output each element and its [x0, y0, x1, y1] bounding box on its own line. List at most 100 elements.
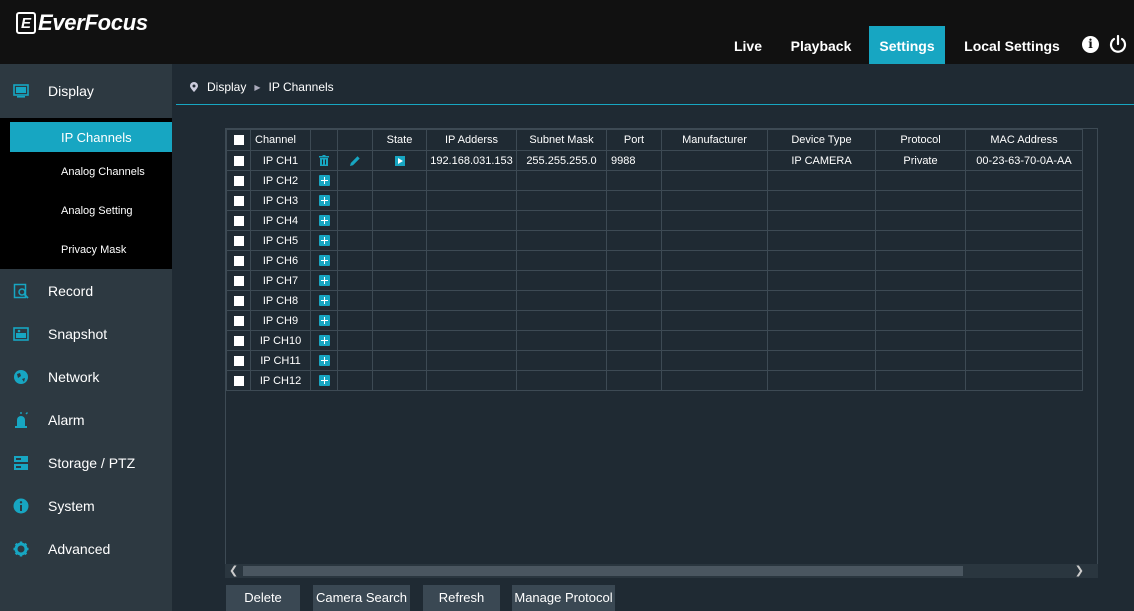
subnet-mask-cell [516, 230, 607, 251]
mac-address-cell [965, 290, 1083, 311]
port-cell [606, 250, 662, 271]
sidebar-item-advanced[interactable]: Advanced [0, 527, 172, 570]
horizontal-scrollbar[interactable]: ❮ ❯ [225, 564, 1098, 578]
sidebar-item-display[interactable]: Display [0, 64, 172, 118]
table-row[interactable]: IP CH9 [226, 310, 1083, 331]
add-camera-icon[interactable] [318, 255, 330, 267]
row-checkbox[interactable] [233, 235, 244, 246]
header-manufacturer: Manufacturer [661, 129, 768, 151]
row-checkbox[interactable] [233, 195, 244, 206]
header-ip-address: IP Adderss [426, 129, 517, 151]
manufacturer-cell [661, 170, 768, 191]
sidebar-item-label: Display [48, 83, 94, 99]
manage-protocol-button[interactable]: Manage Protocol [512, 585, 615, 611]
sidebar-item-snapshot[interactable]: Snapshot [0, 312, 172, 355]
table-row[interactable]: IP CH3 [226, 190, 1083, 211]
row-checkbox[interactable] [233, 375, 244, 386]
table-row[interactable]: IP CH11 [226, 350, 1083, 371]
power-icon[interactable] [1108, 34, 1128, 54]
sidebar-item-system[interactable]: System [0, 484, 172, 527]
record-icon [13, 283, 29, 299]
location-pin-icon [190, 82, 198, 92]
header-mac-address: MAC Address [965, 129, 1083, 151]
select-all-checkbox[interactable] [233, 135, 244, 146]
sidebar-item-storage-ptz[interactable]: Storage / PTZ [0, 441, 172, 484]
add-camera-icon[interactable] [318, 235, 330, 247]
row-checkbox[interactable] [233, 355, 244, 366]
system-info-icon [13, 498, 29, 513]
scroll-right-icon[interactable]: ❯ [1075, 564, 1084, 578]
sidebar-subitem-ip-channels[interactable]: IP Channels [10, 122, 172, 152]
header-device-type: Device Type [767, 129, 876, 151]
channel-cell: IP CH3 [250, 190, 311, 211]
ip-address-cell [426, 250, 517, 271]
manufacturer-cell [661, 270, 768, 291]
ip-address-cell [426, 190, 517, 211]
add-camera-icon[interactable] [318, 275, 330, 287]
breadcrumb-root[interactable]: Display [207, 80, 246, 94]
row-checkbox[interactable] [233, 275, 244, 286]
ip-channels-table-container[interactable]: Channel State IP Adderss Subnet Mask Por… [225, 128, 1098, 578]
ip-address-cell [426, 330, 517, 351]
table-row[interactable]: IP CH5 [226, 230, 1083, 251]
table-row[interactable]: IP CH8 [226, 290, 1083, 311]
device-type-cell [767, 190, 876, 211]
refresh-button[interactable]: Refresh [423, 585, 500, 611]
camera-search-button[interactable]: Camera Search [313, 585, 410, 611]
add-camera-icon[interactable] [318, 195, 330, 207]
table-row[interactable]: IP CH12 [226, 370, 1083, 391]
subnet-mask-cell [516, 270, 607, 291]
sidebar-item-label: Storage / PTZ [48, 454, 136, 471]
protocol-cell [875, 370, 966, 391]
add-camera-icon[interactable] [318, 295, 330, 307]
port-cell [606, 310, 662, 331]
row-checkbox[interactable] [233, 175, 244, 186]
port-cell: 9988 [606, 150, 662, 171]
ip-address-cell [426, 290, 517, 311]
sidebar-item-label: Network [48, 368, 100, 385]
table-body: IP CH1 192.168.031.153 255.255.255.0 9988 IP… [226, 150, 1083, 391]
add-camera-icon[interactable] [318, 335, 330, 347]
add-camera-icon[interactable] [318, 375, 330, 387]
add-camera-icon[interactable] [318, 215, 330, 227]
add-camera-icon[interactable] [318, 315, 330, 327]
row-checkbox[interactable] [233, 215, 244, 226]
nav-playback[interactable]: Playback [781, 26, 861, 64]
info-icon[interactable]: i [1082, 36, 1099, 53]
scroll-left-icon[interactable]: ❮ [229, 564, 238, 578]
row-checkbox[interactable] [233, 155, 244, 166]
logo-mark-icon: E [16, 12, 36, 34]
row-checkbox[interactable] [233, 255, 244, 266]
nav-local-settings[interactable]: Local Settings [952, 26, 1072, 64]
sidebar-item-network[interactable]: Network [0, 355, 172, 398]
scrollbar-thumb[interactable] [243, 566, 963, 576]
add-camera-icon[interactable] [318, 355, 330, 367]
table-row[interactable]: IP CH4 [226, 210, 1083, 231]
port-cell [606, 230, 662, 251]
live-view-icon[interactable] [394, 155, 405, 166]
table-row[interactable]: IP CH2 [226, 170, 1083, 191]
sidebar-subitem-analog-channels[interactable]: Analog Channels [0, 152, 172, 191]
trash-icon[interactable] [319, 155, 329, 167]
table-row[interactable]: IP CH7 [226, 270, 1083, 291]
sidebar-item-record[interactable]: Record [0, 269, 172, 312]
table-row[interactable]: IP CH6 [226, 250, 1083, 271]
table-row[interactable]: IP CH10 [226, 330, 1083, 351]
sidebar-item-alarm[interactable]: Alarm [0, 398, 172, 441]
nav-settings[interactable]: Settings [869, 26, 945, 64]
manufacturer-cell [661, 370, 768, 391]
edit-pencil-icon[interactable] [349, 155, 361, 167]
table-row[interactable]: IP CH1 192.168.031.153 255.255.255.0 9988 IP… [226, 150, 1083, 171]
nav-live[interactable]: Live [724, 26, 772, 64]
add-camera-icon[interactable] [318, 175, 330, 187]
sidebar-submenu: IP Channels Analog Channels Analog Setti… [0, 118, 172, 269]
device-type-cell [767, 270, 876, 291]
row-checkbox[interactable] [233, 295, 244, 306]
row-checkbox[interactable] [233, 315, 244, 326]
gear-icon [13, 541, 29, 556]
ip-address-cell: 192.168.031.153 [426, 150, 517, 171]
delete-button[interactable]: Delete [226, 585, 300, 611]
row-checkbox[interactable] [233, 335, 244, 346]
sidebar-subitem-privacy-mask[interactable]: Privacy Mask [0, 230, 172, 269]
sidebar-subitem-analog-setting[interactable]: Analog Setting [0, 191, 172, 230]
